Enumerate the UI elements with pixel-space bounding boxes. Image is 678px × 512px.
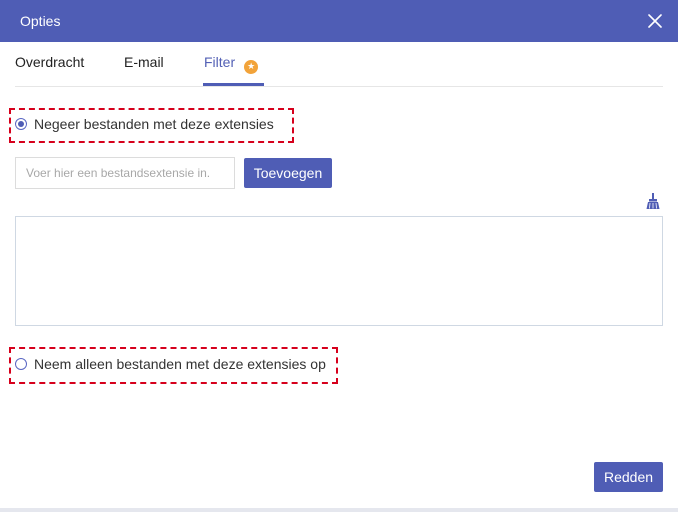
dialog-title: Opties: [20, 13, 61, 29]
save-button[interactable]: Redden: [594, 462, 663, 492]
close-button[interactable]: [642, 8, 668, 34]
radio-ignore-extensions[interactable]: Negeer bestanden met deze extensies: [15, 116, 274, 132]
tab-filter[interactable]: Filter ★: [204, 54, 259, 74]
dialog-titlebar: Opties: [0, 0, 678, 42]
tab-bar: [0, 42, 678, 87]
radio-include-label: Neem alleen bestanden met deze extensies…: [34, 356, 326, 372]
radio-include-extensions[interactable]: Neem alleen bestanden met deze extensies…: [15, 356, 326, 372]
tabs-divider: [15, 86, 663, 87]
close-icon: [648, 14, 662, 28]
radio-ignore-label: Negeer bestanden met deze extensies: [34, 116, 274, 132]
radio-ignore-circle[interactable]: [15, 118, 27, 130]
add-button[interactable]: Toevoegen: [244, 158, 332, 188]
star-icon: ★: [244, 59, 259, 74]
tab-overdracht[interactable]: Overdracht: [15, 54, 84, 70]
broom-icon[interactable]: [644, 192, 662, 210]
tab-email[interactable]: E-mail: [124, 54, 164, 70]
radio-include-circle[interactable]: [15, 358, 27, 370]
bottom-edge: [0, 508, 678, 512]
extension-list[interactable]: [15, 216, 663, 326]
tab-filter-label: Filter: [204, 54, 236, 70]
extension-input[interactable]: [15, 157, 235, 189]
